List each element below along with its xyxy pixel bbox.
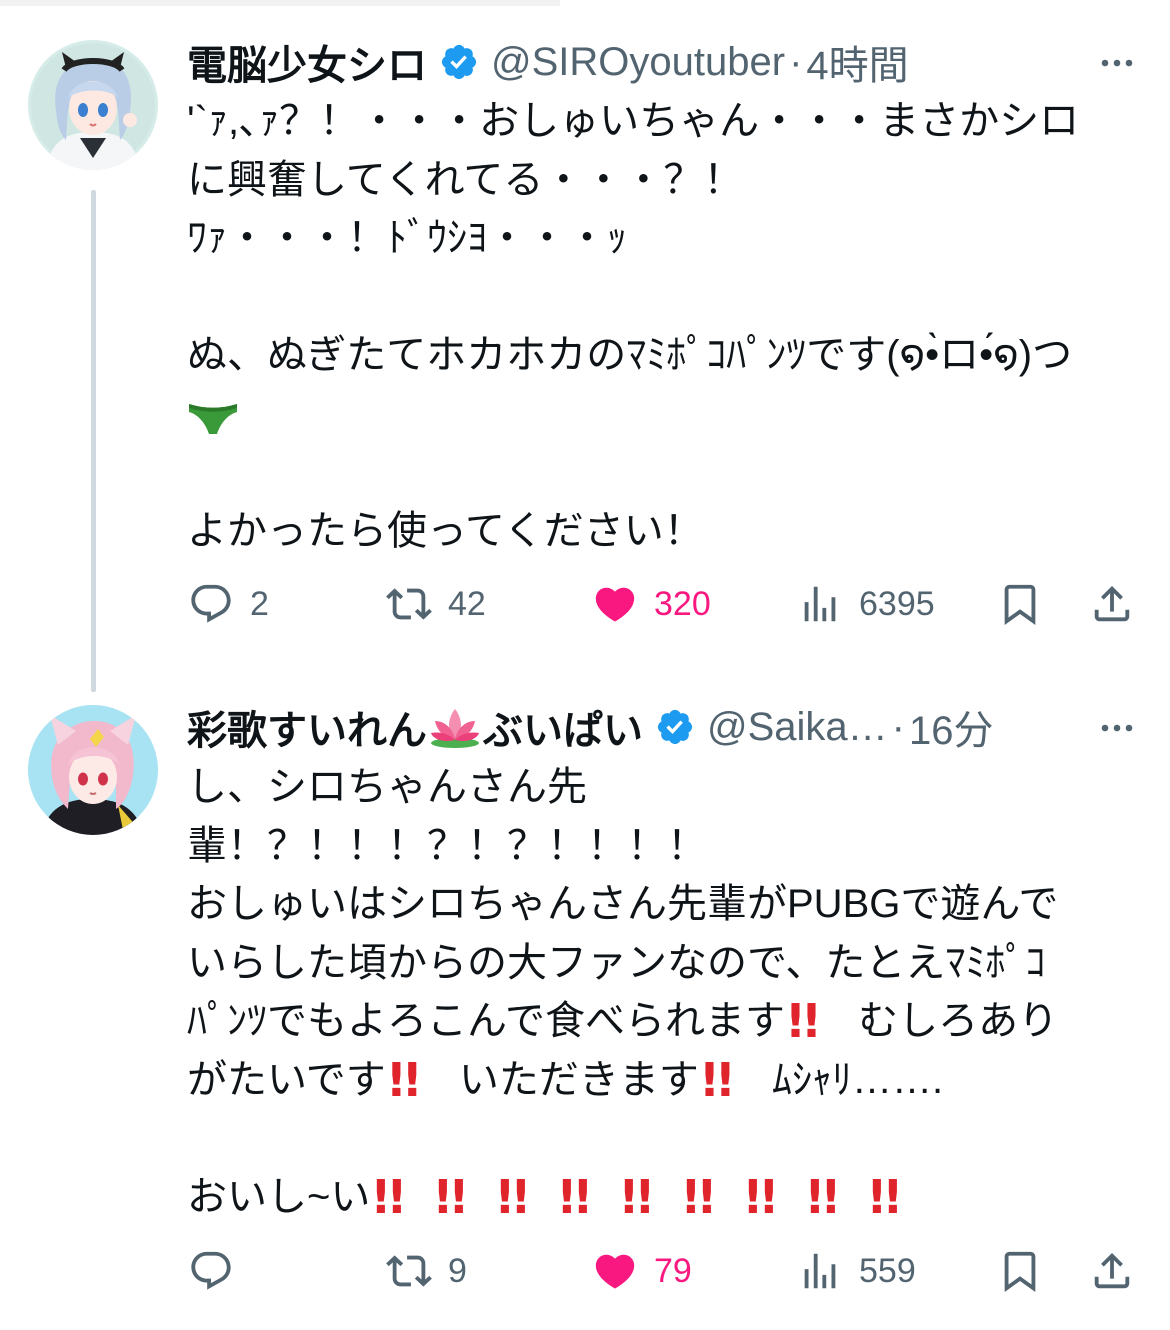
more-options-icon[interactable] <box>1094 40 1140 86</box>
verified-badge-icon[interactable] <box>439 42 479 82</box>
briefs-emoji-icon <box>189 403 237 434</box>
body-line: し、シロちゃんさん先 <box>187 758 1162 817</box>
double-exclamation-icon: !! <box>370 1169 407 1224</box>
heart-filled-icon <box>595 1254 635 1289</box>
body-line <box>187 385 1162 444</box>
double-exclamation-icon: !! <box>680 1169 717 1224</box>
timestamp[interactable]: 16分 <box>909 699 994 755</box>
body-line: ぬ、ぬぎたてホカホカのﾏﾐﾎﾟｺﾊﾟﾝﾂです(໑•̀ロ•́໑)つ <box>187 326 1162 385</box>
body-line: おしゅいはシロちゃんさん先輩がPUBGで遊んで <box>187 875 1162 934</box>
share-button[interactable] <box>1089 1246 1135 1296</box>
retweet-icon <box>386 1255 432 1287</box>
body-line: に興奮してくれてる・・・？！ <box>187 151 1162 210</box>
avatar[interactable] <box>28 40 158 170</box>
body-text: に興奮してくれてる・・・？！ <box>187 157 744 202</box>
reply-count: 2 <box>250 584 269 623</box>
reply-icon <box>191 1251 231 1290</box>
views-chart-icon <box>804 1253 836 1289</box>
separator-dot: · <box>789 39 803 84</box>
body-text: おいし~い <box>187 1174 371 1219</box>
body-text: いらした頃からの大ファンなので、たとえﾏﾐﾎﾟｺ <box>187 940 1046 985</box>
retweet-count: 9 <box>448 1251 467 1290</box>
tweet-body: '`ｧ,､ｧ？！・・・おしゅいちゃん・・・まさかシロ に興奮してくれてる・・・？！… <box>187 92 1162 560</box>
retweet-button[interactable]: 42 <box>386 579 486 629</box>
body-line: がたいです!! いただきます!! ﾑｼｬﾘ……. <box>187 1051 1162 1110</box>
body-line: ﾊﾟﾝﾂでもよろこんで食べられます!! むしろあり <box>187 992 1162 1051</box>
body-text: むしろあり <box>847 999 1059 1043</box>
body-text: ぬ、ぬぎたてホカホカのﾏﾐﾎﾟｺﾊﾟﾝﾂです(໑•̀ロ•́໑)つ <box>187 333 1073 377</box>
double-exclamation-icon: !! <box>804 1169 841 1224</box>
bookmark-button[interactable] <box>997 579 1043 629</box>
like-button[interactable]: 79 <box>592 1246 692 1296</box>
like-count: 79 <box>654 1251 692 1290</box>
body-line: いらした頃からの大ファンなので、たとえﾏﾐﾎﾟｺ <box>187 934 1162 993</box>
body-line: 輩！？！！！？！？！！！！ <box>187 817 1162 876</box>
body-text: おしゅいはシロちゃんさん先輩がPUBGで遊んで <box>187 882 1059 926</box>
tweet-header: 彩歌すいれん ぶいぱい @Saika… · 16分 <box>187 699 994 755</box>
view-count: 559 <box>859 1251 916 1290</box>
double-exclamation-icon: !! <box>742 1169 779 1224</box>
handle[interactable]: @Saika… <box>707 705 888 750</box>
avatar-image <box>28 40 158 170</box>
separator-dot: · <box>891 704 905 749</box>
double-exclamation-icon: !! <box>385 1052 423 1107</box>
display-name[interactable]: 彩歌すいれん <box>187 699 427 755</box>
tweet-body: し、シロちゃんさん先輩！？！！！？！？！！！！ おしゅいはシロちゃんさん先輩がPU… <box>187 758 1162 1226</box>
avatar-image <box>28 705 158 835</box>
retweet-count: 42 <box>448 584 486 623</box>
retweet-icon <box>386 588 432 620</box>
display-name[interactable]: 電脳少女シロ <box>187 34 427 90</box>
more-options-icon[interactable] <box>1094 705 1140 751</box>
body-text: がたいです <box>187 1057 386 1102</box>
body-line: ﾜｧ・・・！ﾄﾞｳｼﾖ・・・ｯ <box>187 209 1162 268</box>
views-chart-icon <box>804 586 836 622</box>
reply-icon <box>191 584 231 623</box>
avatar[interactable] <box>28 705 158 835</box>
lotus-icon <box>431 709 479 748</box>
like-count: 320 <box>654 584 711 623</box>
body-text: ﾜｧ・・・！ﾄﾞｳｼﾖ・・・ｯ <box>187 216 627 260</box>
double-exclamation-icon: !! <box>556 1169 593 1224</box>
double-exclamation-icon: !! <box>698 1052 736 1107</box>
body-line: よかったら使ってください！ <box>187 502 1162 561</box>
view-count: 6395 <box>859 584 935 623</box>
retweet-button[interactable]: 9 <box>386 1246 467 1296</box>
body-text: ﾊﾟﾝﾂでもよろこんで食べられます <box>187 999 785 1043</box>
views-button[interactable]: 6395 <box>797 579 935 629</box>
heart-filled-icon <box>595 587 635 622</box>
double-exclamation-icon: !! <box>618 1169 655 1224</box>
double-exclamation-icon: !! <box>866 1169 903 1224</box>
tweet-header: 電脳少女シロ @SIROyoutuber · 4時間 <box>187 34 909 90</box>
reply-button[interactable]: 2 <box>188 579 269 629</box>
share-icon <box>1094 585 1130 622</box>
thread-connector-line <box>91 190 96 692</box>
bookmark-button[interactable] <box>997 1246 1043 1296</box>
views-button[interactable]: 559 <box>797 1246 916 1296</box>
body-text: 輩！？！！！？！？！！！！ <box>187 823 707 868</box>
reply-button[interactable] <box>188 1246 250 1296</box>
body-text: いただきます <box>447 1057 699 1102</box>
body-line: '`ｧ,､ｧ？！・・・おしゅいちゃん・・・まさかシロ <box>187 92 1162 151</box>
handle[interactable]: @SIROyoutuber <box>491 40 785 85</box>
body-text: ﾑｼｬﾘ……. <box>760 1057 944 1102</box>
double-exclamation-icon: !! <box>494 1169 531 1224</box>
body-text: よかったら使ってください！ <box>187 508 704 553</box>
body-text: し、シロちゃんさん先 <box>187 765 587 809</box>
verified-badge-icon[interactable] <box>655 707 695 747</box>
share-icon <box>1094 1252 1130 1289</box>
bookmark-icon <box>1004 1251 1036 1292</box>
timestamp[interactable]: 4時間 <box>806 34 908 90</box>
like-button[interactable]: 320 <box>592 579 711 629</box>
double-exclamation-icon: !! <box>785 994 822 1048</box>
bookmark-icon <box>1004 584 1036 625</box>
share-button[interactable] <box>1089 579 1135 629</box>
body-text: '`ｧ,､ｧ？！・・・おしゅいちゃん・・・まさかシロ <box>187 99 1080 143</box>
body-line: おいし~い!!!!!!!!!!!!!!!!!! <box>187 1168 1162 1227</box>
display-name-suffix[interactable]: ぶいぱい <box>483 699 643 755</box>
double-exclamation-icon: !! <box>432 1169 469 1224</box>
top-edge-strip <box>0 0 560 6</box>
